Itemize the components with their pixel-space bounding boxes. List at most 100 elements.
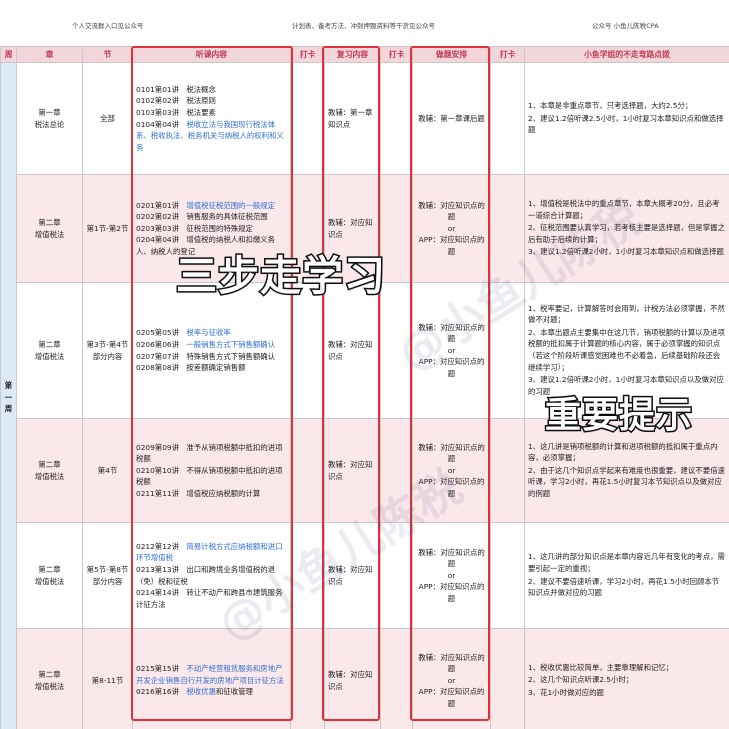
lecture-item: 0215第15讲 不动产经营租赁服务和房地产开发企业销售自行开发的房地产项目计征… xyxy=(136,663,287,686)
tip-item: 3、建议1.2倍听课2小时，1小时复习本章知识点和做选择题 xyxy=(528,247,724,257)
checkin-cell[interactable] xyxy=(490,628,525,729)
lecture-code: 0213第13讲 出口和跨境业务增值税的退（免）税和征税 xyxy=(136,564,276,586)
lecture-item: 0202第02讲 销售服务的具体征税范围 xyxy=(136,211,287,223)
lecture-item: 0102第02讲 税法原则 xyxy=(136,95,287,107)
checkin-cell[interactable] xyxy=(490,522,525,629)
lecture-item: 0208第08讲 按差额确定销售额 xyxy=(136,362,287,374)
lecture-code: 0214第14讲 转让不动产和跨县市建筑服务计征方法 xyxy=(136,588,283,609)
review-cell: 教辅：对应知识点 xyxy=(324,282,381,419)
lecture-code: 0101第01讲 税法概念 xyxy=(136,84,216,94)
table-row: 第二章 增值税法 第8-11节 0215第15讲 不动产经营租赁服务和房地产开发企业… xyxy=(1,628,729,729)
overlay-important-tips: 重要提示 xyxy=(543,394,694,438)
checkin-cell[interactable] xyxy=(290,628,325,729)
table-row: 第二章 增值税法 第5节-第8节部分内容 0212第12讲 简易计税方式应纳税额和进… xyxy=(1,522,729,629)
chapter-cell: 第二章 增值税法 xyxy=(16,174,83,283)
section-cell: 第5节-第8节部分内容 xyxy=(82,522,133,629)
checkin-cell[interactable] xyxy=(490,62,525,175)
lecture-topic: 一般销售方式下销售额确认 xyxy=(186,339,276,349)
tip-item: 2、由于这几个知识点学起来有难度也很重要，建议不要倍速听课，学习2小时，再花1.… xyxy=(528,465,725,498)
checkin-cell[interactable] xyxy=(490,418,525,523)
section-cell: 第1节-第2节 xyxy=(82,174,133,283)
col-lectures: 听课内容 xyxy=(132,46,291,63)
lecture-code: 0210第10讲 不得从销项税额中抵扣的进项税额 xyxy=(136,465,283,487)
lecture-item: 0101第01讲 税法概念 xyxy=(136,84,287,96)
lecture-item: 0214第14讲 转让不动产和跨县市建筑服务计征方法 xyxy=(136,587,287,610)
tip-item: 1、增值税是税法中的重点章节，本章大概考20分，且必考一道综合计算题； xyxy=(528,199,720,220)
practice-cell: 教辅：第一章课后题 xyxy=(412,62,491,175)
checkin-cell[interactable] xyxy=(290,282,325,419)
review-cell: 教辅：对应知识点 xyxy=(324,522,381,629)
lecture-topic: 增值税征税范围的一般规定 xyxy=(186,200,276,210)
lecture-topic: 税收优惠 xyxy=(186,687,216,697)
lecture-item: 0201第01讲 增值税征税范围的一般规定 xyxy=(136,200,287,212)
table-row: 第一周 第一章 税法总论 全部 0101第01讲 税法概念 0102第02讲 税法原则 0… xyxy=(0,62,729,729)
lecture-item: 0104第04讲 税收立法与我国现行税法体系、税收执法、税务机关与纳税人的权利和… xyxy=(136,119,287,154)
document-header: 个人交流群入口见公众号 计划表、备考方法、冲刺押题资料等干货见公众号 公众号 小… xyxy=(0,0,729,46)
lecture-code: 0209第09讲 准予从销项税额中抵扣的进项税额 xyxy=(136,442,283,464)
tip-item: 2、本章出题点主要集中在这几节，销项税额的计算以及进项税额的抵扣属于计算题的核心… xyxy=(528,327,725,372)
lecture-item: 0212第12讲 简易计税方式应纳税额和进口环节增值税 xyxy=(136,541,287,564)
tip-item: 1、税收优惠比较简单，主要靠理解和记忆； xyxy=(528,662,674,672)
lectures-cell: 0215第15讲 不动产经营租赁服务和房地产开发企业销售自行开发的房地产项目计征… xyxy=(132,628,291,729)
lecture-item: 0210第10讲 不得从销项税额中抵扣的进项税额 xyxy=(136,465,287,488)
checkin-cell[interactable] xyxy=(380,628,413,729)
review-cell: 教辅：对应知识点 xyxy=(324,418,381,523)
lecture-item: 0206第06讲 一般销售方式下销售额确认 xyxy=(136,339,287,351)
practice-cell: 教辅：对应知识点的题 or APP：对应知识点的题 xyxy=(412,418,491,523)
checkin-cell[interactable] xyxy=(490,174,525,283)
header-note-center: 计划表、备考方法、冲刺押题资料等干货见公众号 xyxy=(292,22,435,30)
lecture-item: 0103第03讲 税法要素 xyxy=(136,107,287,119)
checkin-cell[interactable] xyxy=(380,418,413,523)
lecture-code: 0102第02讲 税法原则 xyxy=(136,96,216,106)
section-cell: 全部 xyxy=(82,62,133,175)
tip-item: 3、花1小时做对应的题 xyxy=(528,687,604,697)
col-chapter: 章 xyxy=(16,46,83,63)
lecture-item: 0211第11讲 增值税应纳税额的计算 xyxy=(136,488,287,500)
checkin-cell[interactable] xyxy=(380,282,413,419)
checkin-cell[interactable] xyxy=(290,62,325,175)
lecture-code: 0203第03讲 征税范围的特殊规定 xyxy=(136,223,253,233)
checkin-cell[interactable] xyxy=(290,522,325,629)
tip-item: 2、征税范围要认真学习，若考核主要是选择题，但是掌握之后有助于后续的计算； xyxy=(528,223,725,244)
lecture-code: 0208第08讲 按差额确定销售额 xyxy=(136,363,246,373)
tip-item: 2、建议不要倍速听课，学习2小时，再花1.5小时回顾本节知识点并做对应的习题 xyxy=(528,576,720,598)
lecture-code: 0207第07讲 特殊销售方式下销售额确认 xyxy=(136,351,276,361)
checkin-cell[interactable] xyxy=(380,522,413,629)
lecture-item: 0205第05讲 税率与征收率 xyxy=(136,327,287,339)
practice-cell: 教辅：对应知识点的题 or APP：对应知识点的题 xyxy=(412,174,491,283)
checkin-cell[interactable] xyxy=(290,418,325,523)
chapter-cell: 第二章 增值税法 xyxy=(16,418,83,523)
tip-item: 1、本章是非重点章节，只考选择题，大约2.5分； xyxy=(528,101,693,111)
lectures-cell: 0101第01讲 税法概念 0102第02讲 税法原则 0103第03讲 税法要素 0… xyxy=(132,62,291,175)
tips-cell: 1、这几讲的部分知识点是本章内容近几年有变化的考点，需要引起一定的重视； 2、建议… xyxy=(524,522,729,629)
tip-item: 1、这几讲是销项税额的计算和进项税额的抵扣属于重点内容，必须掌握； xyxy=(528,441,718,463)
overlay-three-steps: 三步走学习 xyxy=(175,251,387,302)
lecture-item: 0213第13讲 出口和跨境业务增值税的退（免）税和征税 xyxy=(136,564,287,587)
lectures-cell: 0209第09讲 准予从销项税额中抵扣的进项税额 0210第10讲 不得从销项税额… xyxy=(132,418,291,523)
lecture-code: 0206第06讲 xyxy=(136,339,187,349)
table-header-row: 周 章 节 听课内容 打卡 复习内容 打卡 做题安排 打卡 小鱼学姐的不走弯路点… xyxy=(0,46,729,63)
week-cell: 第一周 xyxy=(0,62,17,729)
lecture-code: 0216第16讲 xyxy=(136,687,187,697)
chapter-cell: 第二章 增值税法 xyxy=(16,282,83,419)
chapter-cell: 第二章 增值税法 xyxy=(16,628,83,729)
lecture-topic: 税率与征收率 xyxy=(186,328,231,338)
lecture-code: 0104第04讲 xyxy=(136,119,187,129)
checkin-cell[interactable] xyxy=(380,62,413,175)
header-note-right: 公众号 小鱼儿陈税CPA xyxy=(592,22,659,30)
lecture-code: 0103第03讲 税法要素 xyxy=(136,107,216,117)
col-practice: 做题安排 xyxy=(412,46,491,63)
section-cell: 第4节 xyxy=(82,418,133,523)
col-checkin-2: 打卡 xyxy=(380,46,413,63)
lecture-code: 0202第02讲 销售服务的具体征税范围 xyxy=(136,212,268,222)
section-cell: 第8-11节 xyxy=(82,628,133,729)
checkin-cell[interactable] xyxy=(490,282,525,419)
practice-cell: 教辅：对应知识点的题 or APP：对应知识点的题 xyxy=(412,282,491,419)
lecture-code: 0215第15讲 xyxy=(136,664,187,674)
review-cell: 教辅：第一章知识点 xyxy=(324,62,381,175)
header-note-left: 个人交流群入口见公众号 xyxy=(72,22,144,30)
lecture-code: 0211第11讲 增值税应纳税额的计算 xyxy=(136,488,261,498)
chapter-cell: 第一章 税法总论 xyxy=(16,62,83,175)
tip-item: 2、建议1.2倍听课2.5小时，1小时复习本章知识点和做选择题 xyxy=(528,113,724,135)
review-cell: 教辅：对应知识点 xyxy=(324,628,381,729)
